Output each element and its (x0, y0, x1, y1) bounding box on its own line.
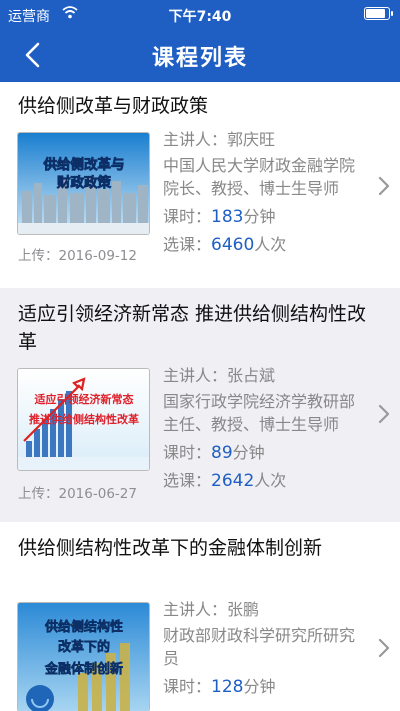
course-card[interactable]: 供给侧改革与财政政策 供给侧改革与 财政政策 上传：2016-09-12 主讲人… (0, 82, 400, 288)
duration-row: 课时：183分钟 (163, 205, 370, 229)
speaker-name: 张鹏 (227, 600, 260, 619)
enroll-row: 选课：6460人次 (163, 233, 370, 257)
chevron-right-icon (378, 404, 390, 424)
duration-label: 课时： (163, 443, 212, 462)
duration-value: 183 (211, 207, 244, 227)
enroll-unit: 人次 (254, 235, 287, 254)
chevron-right-icon (378, 638, 390, 658)
thumb-text-line: 供给侧结构性 (44, 619, 123, 635)
enroll-unit: 人次 (254, 471, 287, 490)
page-title: 课程列表 (151, 46, 248, 71)
thumb-text-line: 财政政策 (56, 174, 111, 191)
speaker-row: 主讲人：张占斌 (163, 364, 370, 387)
thumb-text-line: 推进供给侧结构性改革 (29, 412, 139, 426)
thumb-text-line: 改革下的 (58, 639, 110, 655)
enroll-label: 选课： (163, 235, 212, 254)
enroll-value: 2642 (211, 471, 255, 491)
duration-label: 课时： (163, 207, 212, 226)
speaker-label: 主讲人： (163, 130, 228, 149)
status-time: 下午7:40 (168, 9, 232, 25)
duration-value: 128 (211, 677, 244, 697)
course-list: 供给侧改革与财政政策 供给侧改革与 财政政策 上传：2016-09-12 主讲人… (0, 82, 400, 711)
thumb-text-line: 适应引领经济新常态 (35, 392, 134, 406)
course-thumbnail: 适应引领经济新常态 推进供给侧结构性改革 (17, 368, 150, 471)
course-title: 供给侧改革与财政政策 (18, 95, 209, 117)
status-bar: 运营商 下午7:40 (0, 0, 400, 28)
upload-date: 上传：2016-06-27 (18, 486, 137, 502)
duration-unit: 分钟 (243, 207, 276, 226)
chevron-right-icon (378, 176, 390, 196)
duration-row: 课时：89分钟 (163, 441, 370, 465)
course-thumbnail: 供给侧结构性 改革下的 金融体制创新 (17, 602, 150, 711)
thumb-text-line: 金融体制创新 (44, 661, 123, 677)
speaker-label: 主讲人： (163, 366, 228, 385)
speaker-desc: 国家行政学院经济学教研部主任、教授、博士生导师 (163, 392, 356, 434)
nav-bar: 课程列表 (0, 28, 400, 82)
course-card[interactable]: 适应引领经济新常态 推进供给侧结构性改革 适应引领经济新常态 推进供给侧结构性改… (0, 288, 400, 522)
duration-row: 课时：128分钟 (163, 675, 370, 699)
enroll-row: 选课：2642人次 (163, 469, 370, 493)
course-card[interactable]: 供给侧结构性改革下的金融体制创新 供给侧结构性 改革下的 金融体制创新 主讲人：… (0, 522, 400, 711)
enroll-value: 6460 (211, 235, 255, 255)
battery-level (366, 9, 385, 18)
speaker-desc: 财政部财政科学研究所研究员 (163, 626, 356, 668)
speaker-desc: 中国人民大学财政金融学院院长、教授、博士生导师 (163, 156, 356, 198)
course-title: 供给侧结构性改革下的金融体制创新 (18, 537, 323, 559)
course-meta: 主讲人：张占斌 国家行政学院经济学教研部主任、教授、博士生导师 课时：89分钟 … (163, 364, 370, 493)
course-title: 适应引领经济新常态 推进供给侧结构性改革 (18, 303, 367, 353)
duration-label: 课时： (163, 677, 212, 696)
course-thumbnail: 供给侧改革与 财政政策 (17, 132, 150, 235)
duration-value: 89 (211, 443, 233, 463)
enroll-label: 选课： (163, 471, 212, 490)
speaker-name: 张占斌 (227, 366, 276, 385)
speaker-label: 主讲人： (163, 600, 228, 619)
thumb-text-line: 供给侧改革与 (43, 156, 125, 173)
speaker-row: 主讲人：郭庆旺 (163, 128, 370, 151)
speaker-name: 郭庆旺 (227, 130, 276, 149)
duration-unit: 分钟 (243, 677, 276, 696)
duration-unit: 分钟 (232, 443, 265, 462)
course-meta: 主讲人：张鹏 财政部财政科学研究所研究员 课时：128分钟 (163, 598, 370, 699)
course-meta: 主讲人：郭庆旺 中国人民大学财政金融学院院长、教授、博士生导师 课时：183分钟… (163, 128, 370, 257)
upload-date: 上传：2016-09-12 (18, 248, 137, 264)
speaker-row: 主讲人：张鹏 (163, 598, 370, 621)
battery-icon (364, 7, 393, 20)
